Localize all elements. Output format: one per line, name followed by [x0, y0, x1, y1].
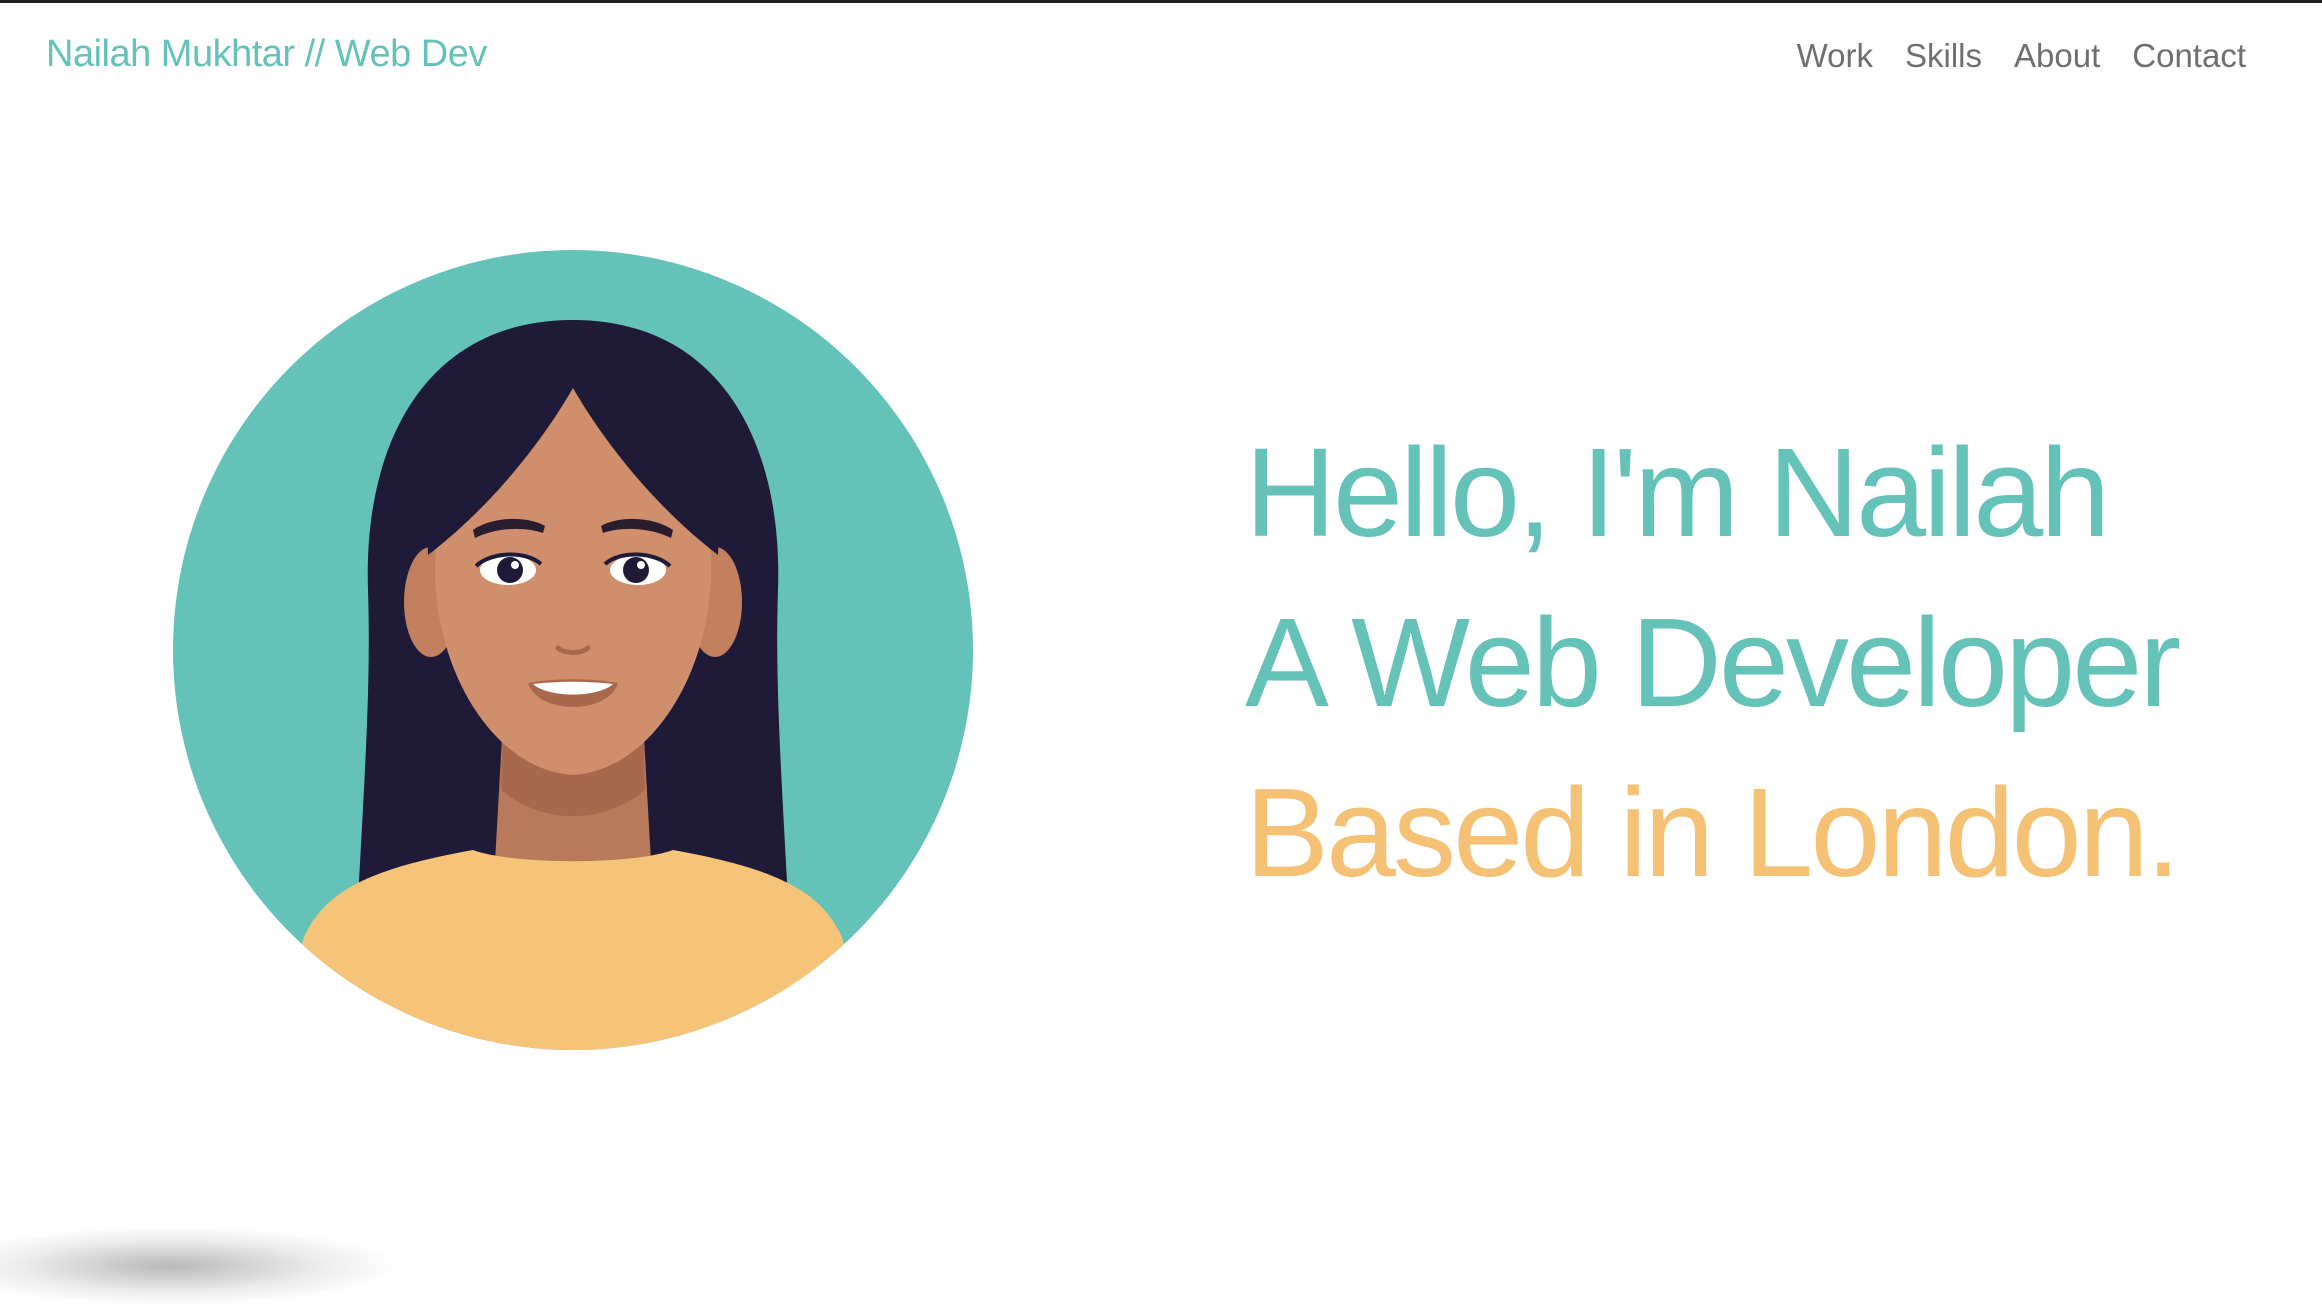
hero-greeting: Hello, I'm Nailah [1245, 422, 2110, 563]
hero-location: Based in London. [1245, 762, 2181, 903]
navbar: Nailah Mukhtar // Web Dev Work Skills Ab… [0, 3, 2322, 113]
nav-link-skills[interactable]: Skills [1905, 37, 1982, 75]
hero-headline: Hello, I'm Nailah A Web Developer Based … [1245, 408, 2305, 918]
main-nav: Work Skills About Contact [1797, 37, 2246, 75]
avatar-illustration [173, 250, 973, 1050]
woman-portrait-illustration [173, 250, 973, 1050]
corner-shadow [0, 1226, 400, 1306]
brand-logo-link[interactable]: Nailah Mukhtar // Web Dev [46, 33, 487, 76]
nav-link-work[interactable]: Work [1797, 37, 1873, 75]
nav-link-about[interactable]: About [2014, 37, 2100, 75]
hero-role: A Web Developer [1245, 592, 2181, 733]
nav-link-contact[interactable]: Contact [2132, 37, 2246, 75]
